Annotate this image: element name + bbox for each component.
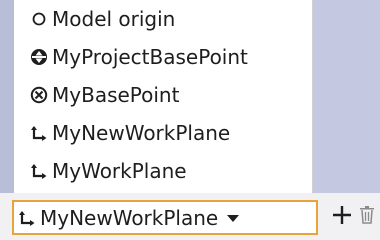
list-item-my-work-plane[interactable]: MyWorkPlane bbox=[14, 152, 312, 190]
base-point-icon bbox=[30, 86, 48, 104]
list-item-my-project-base-point[interactable]: MyProjectBasePoint bbox=[14, 38, 312, 76]
reference-point-combo[interactable]: MyNewWorkPlane bbox=[12, 200, 318, 235]
work-plane-icon bbox=[18, 209, 36, 227]
list-item-label: MyBasePoint bbox=[52, 83, 180, 107]
list-item-label: Model origin bbox=[52, 7, 176, 31]
list-item-model-origin[interactable]: Model origin bbox=[14, 0, 312, 38]
delete-button[interactable] bbox=[358, 205, 376, 229]
add-button[interactable] bbox=[330, 204, 354, 230]
list-item-label: MyNewWorkPlane bbox=[52, 121, 231, 145]
trash-icon bbox=[359, 205, 375, 229]
combo-selected-value: MyNewWorkPlane bbox=[40, 205, 219, 230]
caret-down-icon[interactable] bbox=[226, 213, 240, 223]
work-plane-icon bbox=[30, 162, 48, 180]
work-plane-icon bbox=[30, 124, 48, 142]
list-item-my-new-work-plane[interactable]: MyNewWorkPlane bbox=[14, 114, 312, 152]
reference-point-dropdown-list: Model origin MyProjectBasePoint MyBasePo… bbox=[14, 0, 313, 193]
list-item-label: MyProjectBasePoint bbox=[52, 45, 248, 69]
plus-icon bbox=[331, 204, 353, 230]
model-origin-icon bbox=[30, 10, 48, 28]
list-item-label: MyWorkPlane bbox=[52, 159, 187, 183]
project-base-point-icon bbox=[30, 48, 48, 66]
list-item-my-base-point[interactable]: MyBasePoint bbox=[14, 76, 312, 114]
